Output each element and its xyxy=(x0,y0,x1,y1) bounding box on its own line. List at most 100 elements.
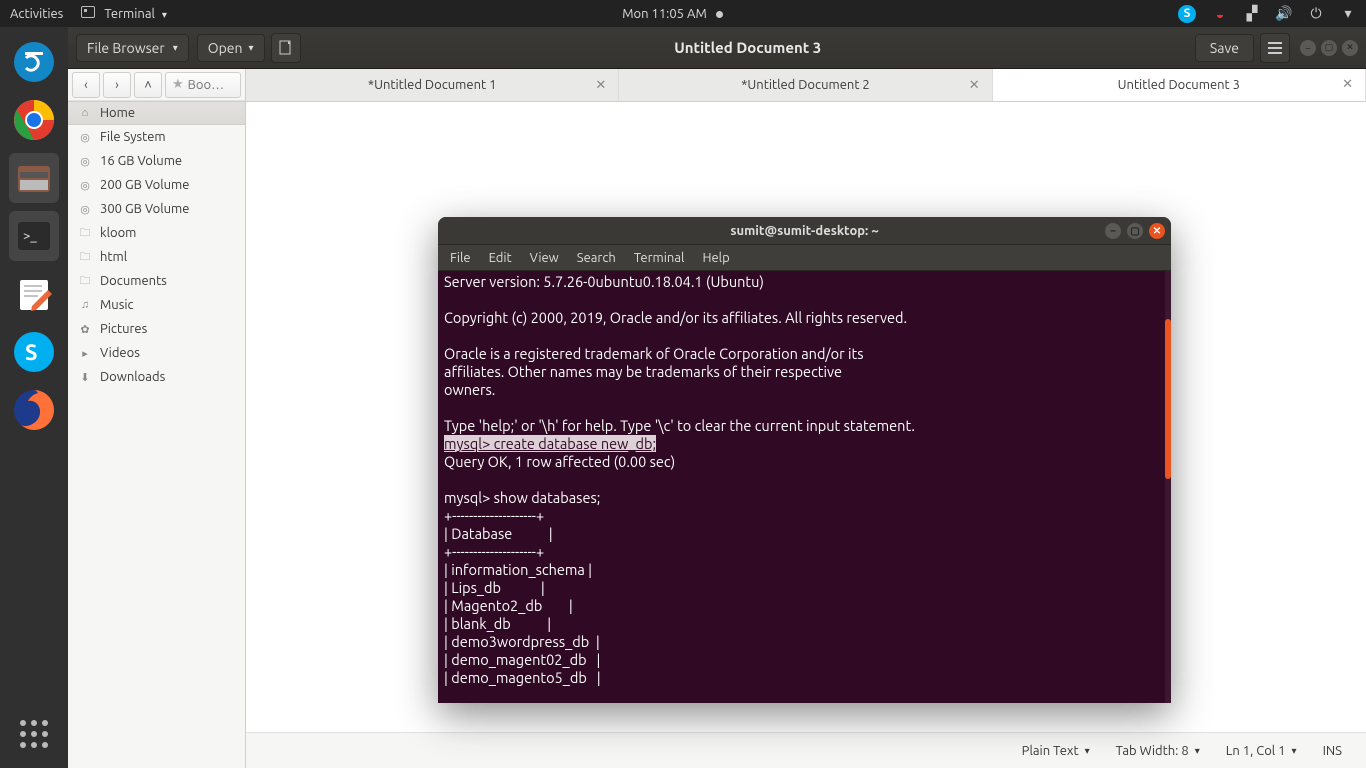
dock-docker-icon[interactable] xyxy=(9,37,59,87)
dock-gedit-icon[interactable] xyxy=(9,269,59,319)
network-tray-icon[interactable]: ▞ xyxy=(1244,6,1260,22)
gedit-header-bar: File Browser ▾ Open ▾ Untitled Document … xyxy=(68,27,1366,69)
topbar-app-menu[interactable]: Terminal ▾ xyxy=(81,6,167,21)
tab-close-button[interactable]: ✕ xyxy=(969,78,980,93)
disk-icon: ◎ xyxy=(78,178,92,192)
sidebar-item-label: File System xyxy=(100,130,166,144)
skype-tray-icon[interactable]: S xyxy=(1178,5,1196,23)
down-icon: ⬇ xyxy=(78,370,92,384)
dock-terminal-icon[interactable]: >_ xyxy=(9,211,59,261)
tab-close-button[interactable]: ✕ xyxy=(1342,77,1353,92)
terminal-menu-terminal[interactable]: Terminal xyxy=(634,251,685,265)
svg-text:S: S xyxy=(25,340,38,365)
dock-firefox-icon[interactable] xyxy=(9,385,59,435)
tab-bar: *Untitled Document 1✕*Untitled Document … xyxy=(246,69,1366,102)
sidebar-item-pictures[interactable]: ✿Pictures xyxy=(68,317,245,341)
sidebar-item-label: kloom xyxy=(100,226,136,240)
window-controls: – ▢ ✕ xyxy=(1300,40,1358,56)
file-browser-dropdown[interactable]: File Browser ▾ xyxy=(76,34,189,62)
nav-forward-button[interactable]: › xyxy=(103,72,131,98)
terminal-menu-search[interactable]: Search xyxy=(577,251,616,265)
disk-icon: ◎ xyxy=(78,130,92,144)
notification-dot-icon xyxy=(716,11,723,18)
terminal-menu-edit[interactable]: Edit xyxy=(489,251,512,265)
show-applications-button[interactable] xyxy=(20,720,48,748)
sidebar-item-videos[interactable]: ▸ Videos xyxy=(68,341,245,365)
terminal-minimize-button[interactable]: – xyxy=(1105,223,1121,239)
sidebar-item-16-gb-volume[interactable]: ◎16 GB Volume xyxy=(68,149,245,173)
terminal-window[interactable]: sumit@sumit-desktop: ~ – ▢ ✕ File Edit Vie… xyxy=(438,217,1171,703)
terminal-menu-file[interactable]: File xyxy=(450,251,471,265)
activities-button[interactable]: Activities xyxy=(10,7,63,21)
chevron-down-icon: ▾ xyxy=(1292,745,1297,757)
sidebar-item-300-gb-volume[interactable]: ◎ 300 GB Volume xyxy=(68,197,245,221)
terminal-menu-view[interactable]: View xyxy=(530,251,559,265)
sidebar-item-downloads[interactable]: ⬇ Downloads xyxy=(68,365,245,389)
dock: >_ S xyxy=(0,27,68,768)
sidebar-item-label: 300 GB Volume xyxy=(100,202,189,216)
tab-close-button[interactable]: ✕ xyxy=(595,78,606,93)
dock-skype-icon[interactable]: S xyxy=(9,327,59,377)
terminal-body[interactable]: Server version: 5.7.26-0ubuntu0.18.04.1 … xyxy=(438,271,1171,703)
terminal-close-button[interactable]: ✕ xyxy=(1149,223,1165,239)
nav-up-button[interactable]: ˄ xyxy=(134,72,162,98)
syntax-dropdown[interactable]: Plain Text ▾ xyxy=(1022,744,1090,758)
sidebar-item-music[interactable]: ♫Music xyxy=(68,293,245,317)
system-menu-caret-icon[interactable]: ▾ xyxy=(1340,6,1356,22)
volume-tray-icon[interactable]: 🔊 xyxy=(1276,6,1292,22)
tab-label: *Untitled Document 1 xyxy=(368,78,497,92)
power-tray-icon[interactable]: ⏻ xyxy=(1308,6,1324,22)
nav-back-button[interactable]: ‹ xyxy=(72,72,100,98)
open-button[interactable]: Open ▾ xyxy=(197,34,265,62)
dock-chrome-icon[interactable] xyxy=(9,95,59,145)
terminal-icon xyxy=(81,6,95,18)
cursor-position[interactable]: Ln 1, Col 1 ▾ xyxy=(1226,744,1297,758)
terminal-maximize-button[interactable]: ▢ xyxy=(1127,223,1143,239)
status-bar: Plain Text ▾ Tab Width: 8 ▾ Ln 1, Col 1 … xyxy=(246,732,1366,768)
file-browser-sidebar: ‹ › ˄ ★ Boo… ⌂Home ◎ File System ◎16 GB Vol… xyxy=(68,69,246,768)
tab-width-dropdown[interactable]: Tab Width: 8 ▾ xyxy=(1116,744,1200,758)
terminal-scrollbar[interactable] xyxy=(1165,271,1171,703)
tab-document-2[interactable]: *Untitled Document 2✕ xyxy=(619,69,992,101)
disk-icon: ◎ xyxy=(78,202,92,216)
insert-mode-label: INS xyxy=(1323,744,1342,758)
video-icon: ▸ xyxy=(78,346,92,360)
bookmark-label: Boo… xyxy=(188,78,224,92)
dock-files-icon[interactable] xyxy=(9,153,59,203)
sidebar-item-kloom[interactable]: 🗀 kloom xyxy=(68,221,245,245)
save-button[interactable]: Save xyxy=(1195,34,1254,62)
sidebar-item-label: Music xyxy=(100,298,134,312)
chevron-down-icon: ▾ xyxy=(1195,745,1200,757)
hamburger-menu-button[interactable] xyxy=(1260,33,1290,63)
file-browser-label: File Browser xyxy=(87,40,165,56)
tab-document-1[interactable]: *Untitled Document 1 ✕ xyxy=(246,69,619,101)
folder-icon: 🗀 xyxy=(78,250,92,264)
terminal-title-bar[interactable]: sumit@sumit-desktop: ~ – ▢ ✕ xyxy=(438,217,1171,245)
folder-icon: 🗀 xyxy=(78,226,92,240)
maximize-button[interactable]: ▢ xyxy=(1321,40,1337,56)
sidebar-item-documents[interactable]: 🗀Documents xyxy=(68,269,245,293)
terminal-menu-help[interactable]: Help xyxy=(702,251,729,265)
gnome-top-bar: Activities Terminal ▾ Mon 11:05 AM S ◒ ▞… xyxy=(0,0,1366,27)
tab-document-3[interactable]: Untitled Document 3 ✕ xyxy=(993,69,1366,101)
sidebar-item-html[interactable]: 🗀 html xyxy=(68,245,245,269)
bookmarks-dropdown[interactable]: ★ Boo… xyxy=(165,72,241,98)
close-button[interactable]: ✕ xyxy=(1342,40,1358,56)
folder-icon: 🗀 xyxy=(78,274,92,288)
insert-mode: INS xyxy=(1323,744,1342,758)
scrollbar-thumb[interactable] xyxy=(1165,319,1171,479)
tab-label: Untitled Document 3 xyxy=(1118,78,1240,92)
sidebar-item-home[interactable]: ⌂Home xyxy=(68,101,245,125)
clock[interactable]: Mon 11:05 AM xyxy=(622,7,707,21)
new-document-button[interactable] xyxy=(271,33,301,63)
sidebar-item-200-gb-volume[interactable]: ◎200 GB Volume xyxy=(68,173,245,197)
sidebar-item-label: Videos xyxy=(100,346,140,360)
minimize-button[interactable]: – xyxy=(1300,40,1316,56)
sidebar-item-label: Pictures xyxy=(100,322,147,336)
sidebar-item-label: html xyxy=(100,250,127,264)
sidebar-item-label: Downloads xyxy=(100,370,165,384)
open-label: Open xyxy=(208,40,243,56)
sidebar-item-file-system[interactable]: ◎ File System xyxy=(68,125,245,149)
terminal-text-selection: mysql> create database new_db; xyxy=(444,435,656,452)
update-tray-icon[interactable]: ◒ xyxy=(1212,6,1228,22)
